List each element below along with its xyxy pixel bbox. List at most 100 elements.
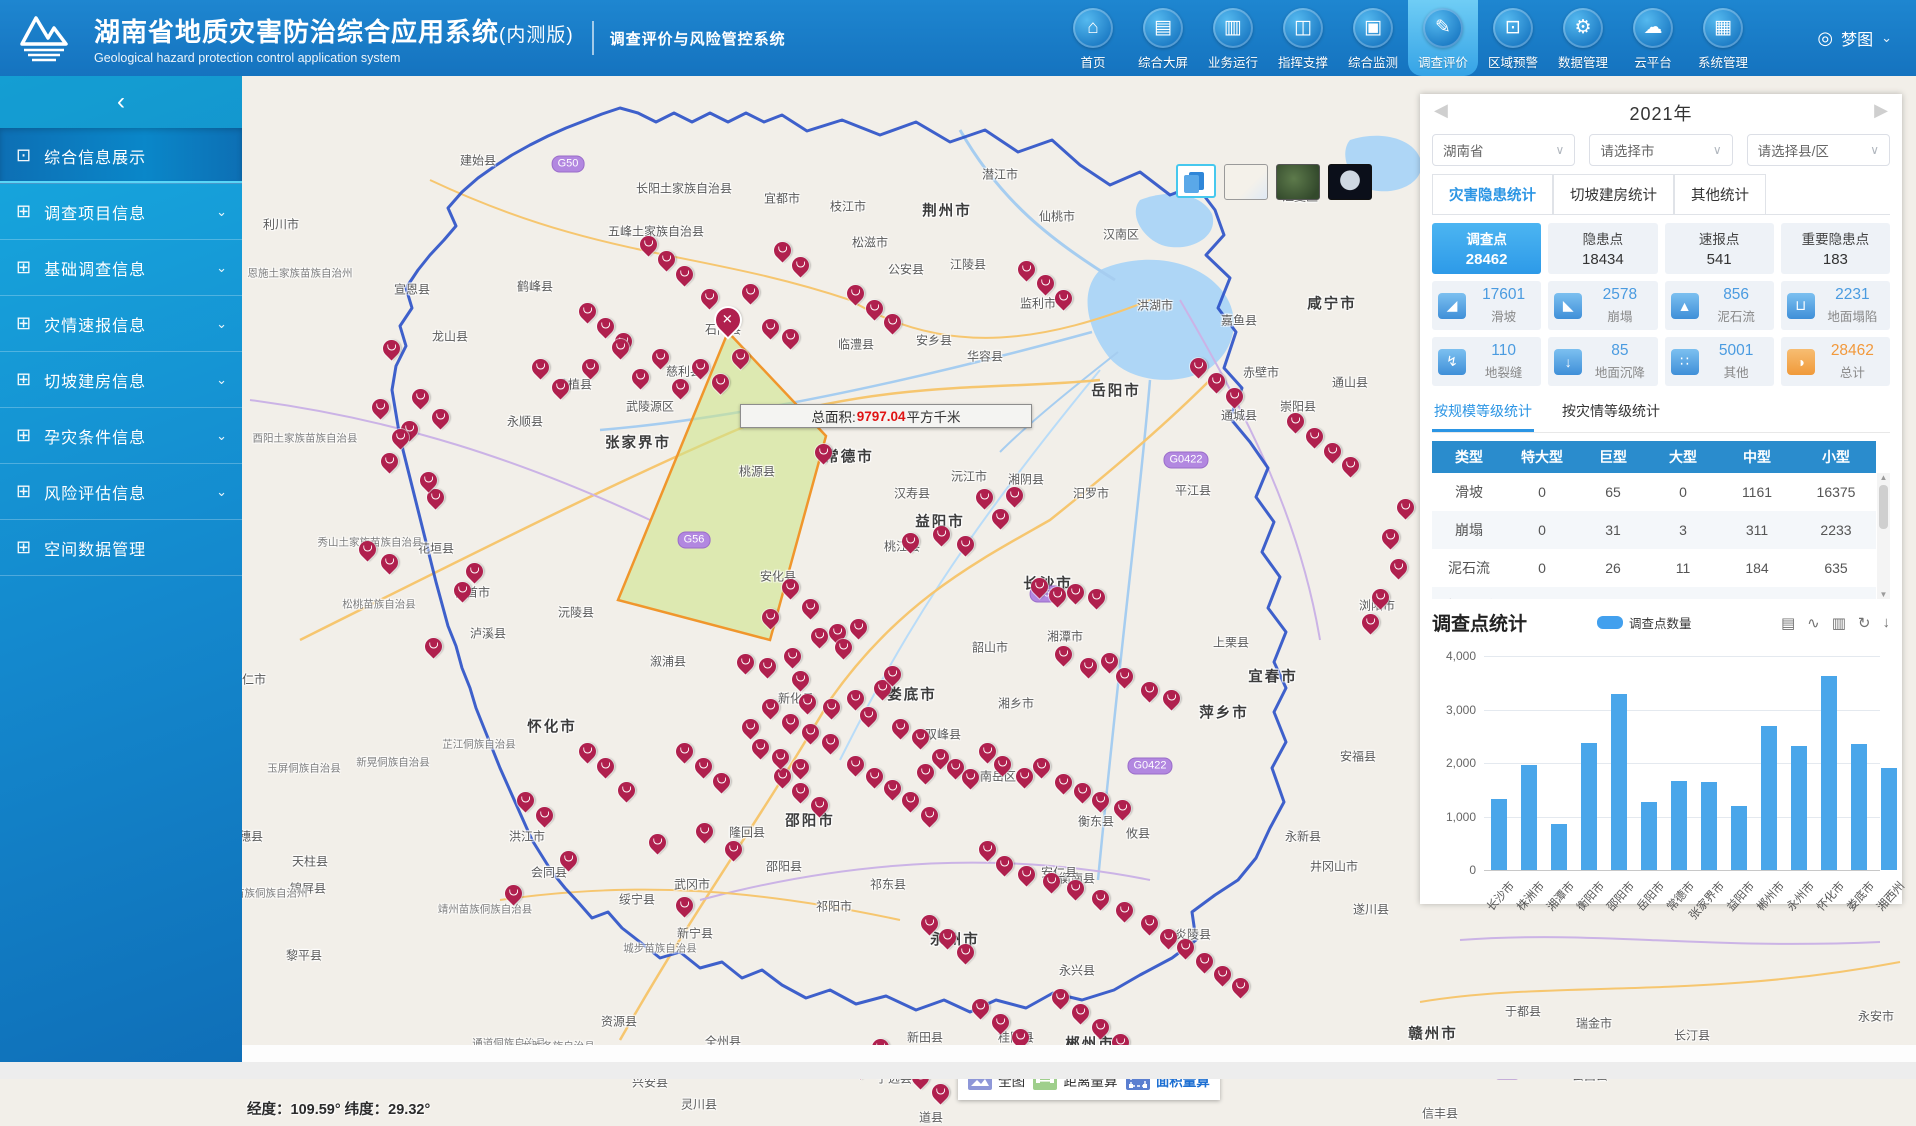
home-icon: ⌂ xyxy=(1073,8,1113,48)
place-label: 平江县 xyxy=(1175,482,1211,499)
place-label: 新宁县 xyxy=(677,925,713,942)
nav-item-big-screen[interactable]: ▤ 综合大屏 xyxy=(1128,0,1198,76)
nav-item-home[interactable]: ⌂ 首页 xyxy=(1058,0,1128,76)
region-filters: 湖南省∨ 请选择市∨ 请选择县/区∨ xyxy=(1432,132,1890,174)
user-menu[interactable]: ◎ 梦图 ⌄ xyxy=(1817,0,1892,76)
bar-岳阳市 xyxy=(1641,802,1658,870)
tab-other-stats[interactable]: 其他统计 xyxy=(1674,174,1766,214)
place-label: 泸溪县 xyxy=(470,625,506,642)
table-icon: ⊞ xyxy=(16,537,32,558)
header-divider xyxy=(592,21,594,55)
place-label: 新晃侗族自治县 xyxy=(356,755,430,770)
x-axis-tick: 永州市 xyxy=(1783,878,1818,914)
place-label: 永安市 xyxy=(1858,1008,1894,1025)
card-land-settlement[interactable]: ↓ 85 地面沉降 xyxy=(1548,337,1657,386)
x-axis-tick: 怀化市 xyxy=(1813,878,1848,914)
sidebar-item-risk-assessment-info[interactable]: ⊞ 风险评估信息⌄ xyxy=(0,464,242,520)
card-ground-fissure[interactable]: ↯ 110 地裂缝 xyxy=(1432,337,1541,386)
card-collapse[interactable]: ◣ 2578 崩塌 xyxy=(1548,281,1657,330)
sidebar-collapse-button[interactable]: ‹ xyxy=(0,76,242,128)
table-row: 滑坡0650116116375 xyxy=(1432,473,1876,511)
bar-永州市 xyxy=(1791,746,1808,870)
road-badge: G56 xyxy=(678,532,711,549)
card-hazard-points[interactable]: 隐患点18434 xyxy=(1548,223,1657,274)
place-label: 长汀县 xyxy=(1674,1027,1710,1044)
table-scrollbar[interactable]: ▲ ▼ xyxy=(1877,473,1890,599)
city-select[interactable]: 请选择市∨ xyxy=(1589,134,1732,166)
total-icon: ◑ xyxy=(1787,349,1815,375)
province-select[interactable]: 湖南省∨ xyxy=(1432,134,1575,166)
nav-item-command-support[interactable]: ◫ 指挥支撑 xyxy=(1268,0,1338,76)
bar-益阳市 xyxy=(1731,806,1748,870)
card-landslide[interactable]: ◢ 17601 滑坡 xyxy=(1432,281,1541,330)
nav-item-cloud-platform[interactable]: ☁ 云平台 xyxy=(1618,0,1688,76)
sidebar-item-survey-project-info[interactable]: ⊞ 调查项目信息⌄ xyxy=(0,184,242,240)
nav-item-survey-evaluation[interactable]: ✎ 调查评价 xyxy=(1408,0,1478,76)
x-axis-tick: 株洲市 xyxy=(1513,878,1548,914)
table-col-header: 类型 xyxy=(1432,441,1506,473)
county-select[interactable]: 请选择县/区∨ xyxy=(1747,134,1890,166)
data-view-icon[interactable]: ▤ xyxy=(1781,614,1795,632)
chart-header: 调查点统计 调查点数量 ▤ ∿ ▥ ↻ ↓ xyxy=(1432,609,1890,636)
sidebar-item-hazard-condition-info[interactable]: ⊞ 孕灾条件信息⌄ xyxy=(0,408,242,464)
place-label: 湘潭市 xyxy=(1047,628,1083,645)
nav-item-business-operation[interactable]: ▥ 业务运行 xyxy=(1198,0,1268,76)
sidebar-item-basic-survey-info[interactable]: ⊞ 基础调查信息⌄ xyxy=(0,240,242,296)
scrollbar-thumb[interactable] xyxy=(1879,485,1888,529)
place-label: 松滋市 xyxy=(852,234,888,251)
eye-icon[interactable]: ◎ xyxy=(1817,28,1833,49)
hazard-point-marker[interactable] xyxy=(928,1080,952,1104)
nav-item-comprehensive-monitoring[interactable]: ▣ 综合监测 xyxy=(1338,0,1408,76)
scroll-down-icon[interactable]: ▼ xyxy=(1877,590,1890,599)
chart-legend[interactable]: 调查点数量 xyxy=(1597,613,1692,632)
card-important-hazard-points[interactable]: 重要隐患点183 xyxy=(1781,223,1890,274)
nav-item-regional-warning[interactable]: ⊡ 区域预警 xyxy=(1478,0,1548,76)
card-survey-points[interactable]: 调查点28462 xyxy=(1432,223,1541,274)
card-report-points[interactable]: 速报点541 xyxy=(1665,223,1774,274)
chevron-down-icon: ∨ xyxy=(1870,143,1879,157)
sidebar-item-comprehensive-info-display[interactable]: ⊡ 综合信息展示 xyxy=(0,128,242,184)
table-row: 泥石流02611184635 xyxy=(1432,549,1876,587)
username: 梦图 xyxy=(1841,26,1873,50)
system-management-icon: ▦ xyxy=(1703,8,1743,48)
nav-item-system-management[interactable]: ▦ 系统管理 xyxy=(1688,0,1758,76)
place-label: 利川市 xyxy=(263,216,299,233)
globe-basemap-thumbnail[interactable] xyxy=(1328,164,1372,200)
subtab-by-scale-level[interactable]: 按规模等级统计 xyxy=(1432,393,1534,432)
bar-长沙市 xyxy=(1491,799,1508,870)
place-label: 洪江市 xyxy=(509,828,545,845)
card-debris-flow[interactable]: ▲ 856 泥石流 xyxy=(1665,281,1774,330)
bar-常德市 xyxy=(1671,781,1688,870)
app-logo xyxy=(14,10,84,66)
satellite-basemap-thumbnail[interactable] xyxy=(1276,164,1320,200)
place-label: 龙山县 xyxy=(432,328,468,345)
bar-chart-icon[interactable]: ▥ xyxy=(1832,614,1846,632)
card-total[interactable]: ◑ 28462 总计 xyxy=(1781,337,1890,386)
card-ground-subsidence-pit[interactable]: ⊔ 2231 地面塌陷 xyxy=(1781,281,1890,330)
street-basemap-thumbnail[interactable] xyxy=(1224,164,1268,200)
download-icon[interactable]: ↓ xyxy=(1883,614,1891,632)
sidebar-item-slope-housing-info[interactable]: ⊞ 切坡建房信息⌄ xyxy=(0,352,242,408)
nav-item-data-management[interactable]: ⚙ 数据管理 xyxy=(1548,0,1618,76)
prev-year-arrow[interactable]: ◀ xyxy=(1434,100,1448,121)
card-other[interactable]: ∷ 5001 其他 xyxy=(1665,337,1774,386)
bar-湘潭市 xyxy=(1551,824,1568,870)
subtab-by-disaster-level[interactable]: 按灾情等级统计 xyxy=(1560,393,1662,432)
tab-slope-housing-stats[interactable]: 切坡建房统计 xyxy=(1553,174,1674,214)
tab-hazard-stats[interactable]: 灾害隐患统计 xyxy=(1432,174,1553,214)
scroll-up-icon[interactable]: ▲ xyxy=(1877,473,1890,482)
footer-bar xyxy=(0,1062,1916,1079)
line-chart-icon[interactable]: ∿ xyxy=(1807,614,1820,632)
refresh-icon[interactable]: ↻ xyxy=(1858,614,1871,632)
next-year-arrow[interactable]: ▶ xyxy=(1874,100,1888,121)
place-label: 洪湖市 xyxy=(1137,297,1173,314)
place-label: 资源县 xyxy=(601,1013,637,1030)
place-label: 祁阳市 xyxy=(816,898,852,915)
sidebar-item-disaster-report-info[interactable]: ⊞ 灾情速报信息⌄ xyxy=(0,296,242,352)
layers-icon[interactable] xyxy=(1176,164,1216,198)
comprehensive-monitoring-icon: ▣ xyxy=(1353,8,1393,48)
place-label: 安福县 xyxy=(1340,748,1376,765)
ground-fissure-icon: ↯ xyxy=(1438,349,1466,375)
sidebar-item-spatial-data-management[interactable]: ⊞ 空间数据管理 xyxy=(0,520,242,576)
place-label: 隆回县 xyxy=(729,824,765,841)
